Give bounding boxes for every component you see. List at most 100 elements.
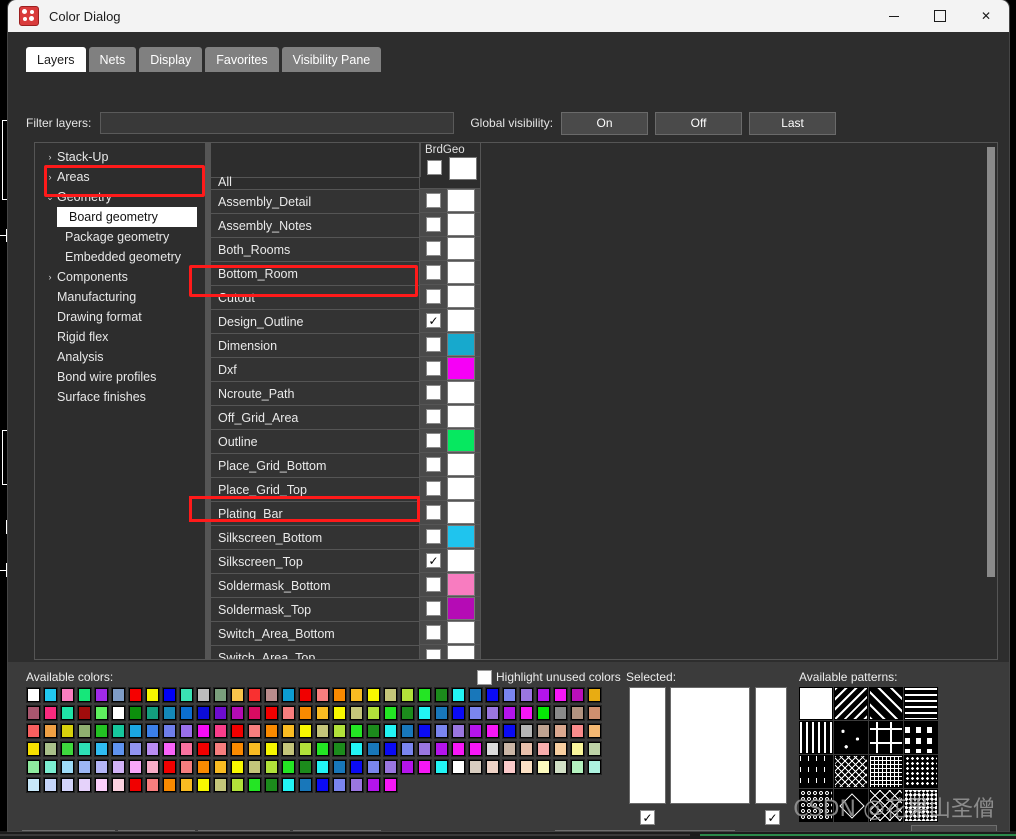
palette-color-swatch[interactable] [553, 741, 568, 757]
chevron-icon[interactable]: › [43, 272, 57, 282]
tree-item-manufacturing[interactable]: Manufacturing [35, 287, 205, 307]
layer-visibility-cell[interactable] [420, 453, 480, 477]
brdgeo-header-checkbox[interactable] [427, 160, 442, 175]
palette-color-swatch[interactable] [247, 705, 262, 721]
palette-color-swatch[interactable] [536, 687, 551, 703]
tab-display[interactable]: Display [139, 47, 203, 72]
tree-item-stack-up[interactable]: › Stack-Up [35, 147, 205, 167]
selected-swatch-1[interactable] [629, 687, 666, 804]
palette-color-swatch[interactable] [400, 741, 415, 757]
palette-color-swatch[interactable] [468, 687, 483, 703]
palette-color-swatch[interactable] [502, 723, 517, 739]
layer-visibility-checkbox[interactable] [426, 409, 441, 424]
palette-color-swatch[interactable] [587, 741, 602, 757]
palette-color-swatch[interactable] [77, 741, 92, 757]
palette-color-swatch[interactable] [519, 705, 534, 721]
palette-color-swatch[interactable] [162, 705, 177, 721]
highlight-unused-colors-checkbox[interactable] [477, 670, 492, 685]
palette-color-swatch[interactable] [128, 723, 143, 739]
layer-visibility-checkbox[interactable] [426, 481, 441, 496]
apply-button[interactable]: Apply [198, 830, 290, 831]
palette-color-swatch[interactable] [417, 759, 432, 775]
layer-color-swatch[interactable] [447, 429, 475, 452]
palette-color-swatch[interactable] [230, 777, 245, 793]
layer-visibility-cell[interactable] [420, 645, 480, 659]
tree-item-package-geometry[interactable]: Package geometry [35, 227, 205, 247]
palette-color-swatch[interactable] [332, 777, 347, 793]
layer-color-swatch[interactable] [447, 213, 475, 236]
palette-color-swatch[interactable] [77, 687, 92, 703]
palette-color-swatch[interactable] [485, 687, 500, 703]
palette-color-swatch[interactable] [94, 705, 109, 721]
palette-color-swatch[interactable] [179, 777, 194, 793]
palette-color-swatch[interactable] [196, 759, 211, 775]
palette-color-swatch[interactable] [264, 741, 279, 757]
layer-color-swatch[interactable] [447, 621, 475, 644]
palette-color-swatch[interactable] [213, 687, 228, 703]
pattern-swatch-horizontal-lines[interactable] [904, 687, 938, 720]
layer-row[interactable]: Dxf [211, 358, 419, 382]
palette-color-swatch[interactable] [26, 687, 41, 703]
layer-visibility-checkbox[interactable] [426, 601, 441, 616]
selected-swatch-2[interactable] [670, 687, 750, 804]
layer-visibility-checkbox[interactable] [426, 289, 441, 304]
palette-color-swatch[interactable] [247, 723, 262, 739]
minimize-icon[interactable] [871, 0, 917, 32]
tab-layers[interactable]: Layers [26, 47, 86, 72]
palette-color-swatch[interactable] [315, 759, 330, 775]
palette-color-swatch[interactable] [43, 687, 58, 703]
global-visibility-last-button[interactable]: Last [749, 111, 837, 135]
cancel-button[interactable]: Cancel [118, 830, 195, 831]
palette-color-swatch[interactable] [111, 687, 126, 703]
palette-color-swatch[interactable] [264, 687, 279, 703]
palette-color-swatch[interactable] [145, 723, 160, 739]
palette-color-swatch[interactable] [519, 687, 534, 703]
palette-color-swatch[interactable] [536, 759, 551, 775]
palette-color-swatch[interactable] [536, 741, 551, 757]
pattern-swatch-diag-hatch-left[interactable] [834, 687, 868, 720]
palette-color-swatch[interactable] [247, 687, 262, 703]
palette-color-swatch[interactable] [349, 777, 364, 793]
layer-visibility-cell[interactable] [420, 333, 480, 357]
palette-color-swatch[interactable] [111, 741, 126, 757]
palette-color-swatch[interactable] [196, 723, 211, 739]
palette-color-swatch[interactable] [553, 705, 568, 721]
palette-color-swatch[interactable] [94, 777, 109, 793]
pattern-swatch-triangles[interactable] [834, 721, 868, 754]
palette-color-swatch[interactable] [451, 687, 466, 703]
palette-color-swatch[interactable] [247, 777, 262, 793]
palette-color-swatch[interactable] [213, 705, 228, 721]
layer-row[interactable]: Soldermask_Top [211, 598, 419, 622]
tree-item-components[interactable]: › Components [35, 267, 205, 287]
layer-color-swatch[interactable] [447, 333, 475, 356]
palette-color-swatch[interactable] [281, 705, 296, 721]
palette-color-swatch[interactable] [43, 777, 58, 793]
palette-color-swatch[interactable] [230, 723, 245, 739]
selected-swatch-3[interactable] [755, 687, 787, 804]
layer-row[interactable]: All [211, 175, 419, 190]
layer-visibility-checkbox[interactable] [426, 337, 441, 352]
palette-color-swatch[interactable] [315, 723, 330, 739]
palette-color-swatch[interactable] [366, 741, 381, 757]
palette-color-swatch[interactable] [196, 687, 211, 703]
palette-color-swatch[interactable] [587, 705, 602, 721]
palette-color-swatch[interactable] [128, 705, 143, 721]
layer-row[interactable]: Place_Grid_Bottom [211, 454, 419, 478]
palette-color-swatch[interactable] [502, 741, 517, 757]
palette-color-swatch[interactable] [94, 687, 109, 703]
palette-color-swatch[interactable] [60, 777, 75, 793]
palette-color-swatch[interactable] [264, 759, 279, 775]
global-visibility-off-button[interactable]: Off [655, 111, 743, 135]
palette-color-swatch[interactable] [315, 777, 330, 793]
palette-color-swatch[interactable] [349, 759, 364, 775]
tab-visibility-pane[interactable]: Visibility Pane [281, 47, 382, 72]
palette-color-swatch[interactable] [247, 759, 262, 775]
layer-visibility-checkbox[interactable] [426, 625, 441, 640]
layer-visibility-checkbox[interactable] [426, 529, 441, 544]
palette-color-swatch[interactable] [383, 741, 398, 757]
palette-color-swatch[interactable] [553, 723, 568, 739]
layer-color-swatch[interactable] [447, 525, 475, 548]
layer-row[interactable]: Both_Rooms [211, 238, 419, 262]
layer-row[interactable]: Silkscreen_Top [211, 550, 419, 574]
layer-visibility-checkbox[interactable] [426, 577, 441, 592]
